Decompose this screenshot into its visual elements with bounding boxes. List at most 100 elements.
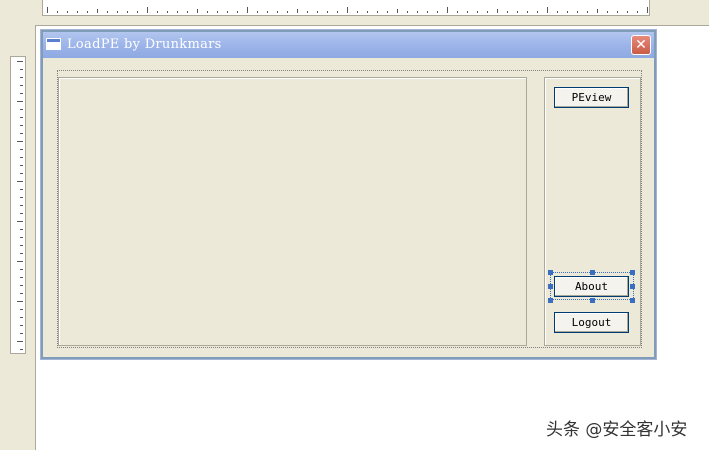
- ruler-tick: [337, 11, 338, 13]
- ruler-tick: [637, 11, 638, 13]
- ruler-tick: [157, 11, 158, 13]
- ruler-tick: [487, 11, 488, 13]
- ruler-tick: [397, 9, 398, 13]
- ruler-tick: [237, 11, 238, 13]
- ruler-tick: [20, 197, 23, 198]
- resize-handle-tc[interactable]: [590, 270, 595, 275]
- ruler-tick: [187, 11, 188, 13]
- ruler-tick: [67, 11, 68, 13]
- resize-handle-tl[interactable]: [548, 270, 553, 275]
- ruler-tick: [457, 11, 458, 13]
- button-panel[interactable]: [544, 77, 641, 346]
- ruler-tick: [357, 11, 358, 13]
- dialog-client: PEview About Logout: [43, 58, 654, 357]
- ruler-tick: [647, 7, 648, 13]
- ruler-tick: [147, 7, 148, 13]
- ruler-tick: [117, 11, 118, 13]
- ruler-tick: [177, 11, 178, 13]
- ruler-tick: [227, 11, 228, 13]
- ruler-tick: [20, 133, 23, 134]
- ruler-tick: [20, 245, 23, 246]
- window-icon: [46, 38, 61, 50]
- close-icon[interactable]: ✕: [631, 35, 651, 55]
- ruler-tick: [20, 93, 23, 94]
- ruler-tick: [347, 7, 348, 13]
- ruler-tick: [20, 189, 23, 190]
- ruler-tick: [17, 61, 23, 62]
- ruler-tick: [20, 285, 23, 286]
- resize-handle-bl[interactable]: [548, 298, 553, 303]
- ruler-tick: [20, 277, 23, 278]
- ruler-tick: [467, 11, 468, 13]
- ruler-tick: [277, 11, 278, 13]
- ruler-tick: [20, 117, 23, 118]
- left-ruler: [10, 56, 26, 354]
- ruler-tick: [20, 293, 23, 294]
- ruler-tick: [327, 11, 328, 13]
- ruler-tick: [20, 325, 23, 326]
- ruler-tick: [20, 269, 23, 270]
- ruler-tick: [77, 11, 78, 13]
- resize-handle-br[interactable]: [630, 298, 635, 303]
- ruler-tick: [20, 157, 23, 158]
- ruler-tick: [107, 11, 108, 13]
- ruler-tick: [17, 221, 23, 222]
- ruler-tick: [367, 11, 368, 13]
- ruler-tick: [47, 7, 48, 13]
- watermark: 头条 @安全客小安: [546, 420, 688, 440]
- ruler-tick: [20, 173, 23, 174]
- ruler-tick: [167, 11, 168, 13]
- ruler-tick: [547, 7, 548, 13]
- ruler-tick: [57, 11, 58, 13]
- ruler-tick: [507, 11, 508, 13]
- ruler-tick: [20, 125, 23, 126]
- ruler-tick: [387, 11, 388, 13]
- top-ruler: [42, 0, 650, 16]
- ruler-tick: [287, 11, 288, 13]
- dialog-window[interactable]: LoadPE by Drunkmars ✕ PEview About Logou…: [41, 30, 656, 359]
- resize-handle-bc[interactable]: [590, 298, 595, 303]
- ruler-tick: [197, 9, 198, 13]
- ruler-tick: [407, 11, 408, 13]
- content-panel[interactable]: [58, 77, 527, 346]
- ruler-tick: [207, 11, 208, 13]
- resize-handle-ml[interactable]: [548, 284, 553, 289]
- ruler-tick: [587, 11, 588, 13]
- ruler-tick: [557, 11, 558, 13]
- ruler-tick: [257, 11, 258, 13]
- ruler-tick: [20, 349, 23, 350]
- ruler-tick: [17, 301, 23, 302]
- ruler-tick: [17, 341, 23, 342]
- ruler-tick: [607, 11, 608, 13]
- title-bar[interactable]: LoadPE by Drunkmars ✕: [43, 32, 654, 58]
- ruler-tick: [627, 11, 628, 13]
- ruler-tick: [137, 11, 138, 13]
- ruler-tick: [17, 141, 23, 142]
- resize-handle-mr[interactable]: [630, 284, 635, 289]
- ruler-tick: [217, 11, 218, 13]
- ruler-tick: [437, 11, 438, 13]
- ruler-tick: [297, 9, 298, 13]
- ruler-tick: [20, 229, 23, 230]
- peview-button[interactable]: PEview: [554, 87, 629, 108]
- ruler-tick: [597, 9, 598, 13]
- ruler-tick: [577, 11, 578, 13]
- ruler-tick: [20, 165, 23, 166]
- ruler-tick: [447, 7, 448, 13]
- ruler-tick: [20, 69, 23, 70]
- ruler-tick: [20, 77, 23, 78]
- selection-outline: [550, 272, 634, 300]
- ruler-tick: [127, 11, 128, 13]
- ruler-tick: [17, 181, 23, 182]
- ruler-tick: [97, 9, 98, 13]
- ruler-tick: [617, 11, 618, 13]
- logout-button[interactable]: Logout: [554, 312, 629, 333]
- resize-handle-tr[interactable]: [630, 270, 635, 275]
- ruler-tick: [527, 11, 528, 13]
- ruler-tick: [307, 11, 308, 13]
- ruler-tick: [20, 213, 23, 214]
- ruler-tick: [497, 9, 498, 13]
- ruler-tick: [477, 11, 478, 13]
- ruler-tick: [20, 109, 23, 110]
- ruler-tick: [20, 237, 23, 238]
